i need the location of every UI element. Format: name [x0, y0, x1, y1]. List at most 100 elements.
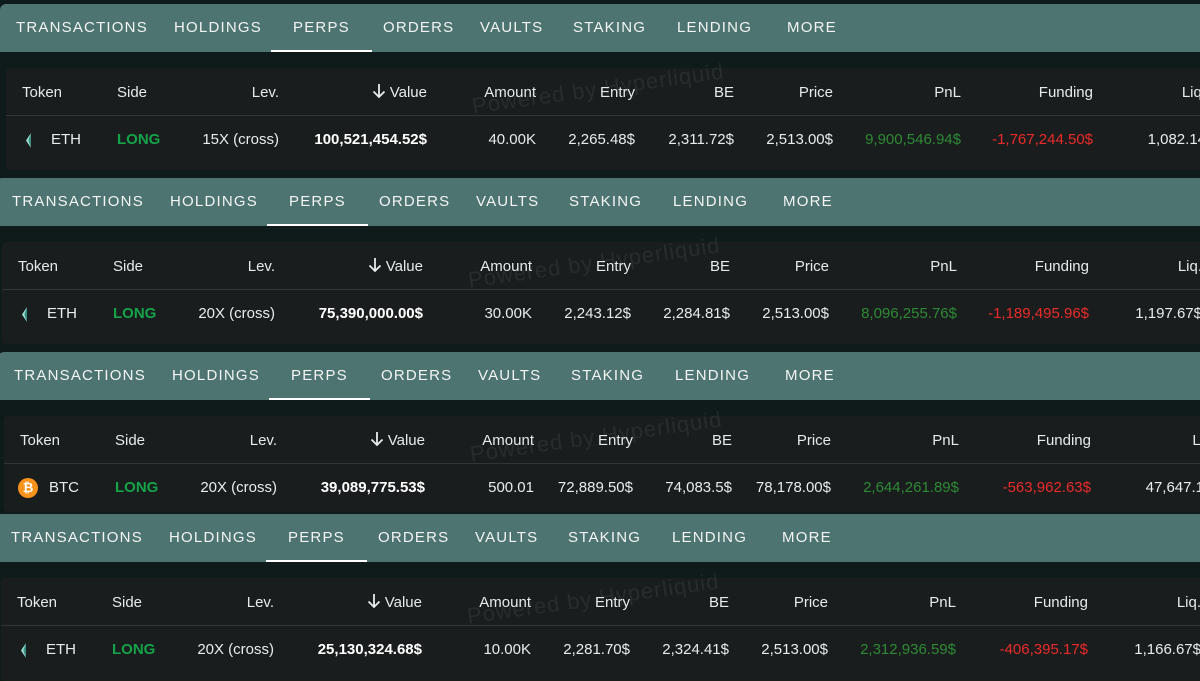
tab-lending[interactable]: LENDING — [672, 514, 747, 562]
column-header-amount: Amount — [431, 581, 531, 625]
tab-more[interactable]: MORE — [782, 514, 832, 562]
column-header-label: Funding — [1033, 594, 1088, 611]
tab-transactions[interactable]: TRANSACTIONS — [14, 352, 146, 400]
cell-value: 75,390,000.00$ — [318, 305, 423, 322]
perps-panel: TRANSACTIONS HOLDINGS PERPS ORDERS VAULTS STA… — [0, 514, 1200, 681]
column-header-amount: Amount — [432, 245, 532, 289]
sort-down-arrow-icon — [370, 432, 383, 447]
tab-lending[interactable]: LENDING — [677, 4, 752, 52]
column-header-value[interactable]: Value — [282, 245, 423, 289]
column-header-token: Token — [22, 71, 102, 115]
positions-table: Powered by Hyperliquid Token Side Lev. Value… — [2, 232, 1200, 344]
column-header-label: Side — [113, 258, 144, 275]
cell-entry: 2,281.70$ — [563, 641, 630, 658]
cell-token: ETH — [51, 131, 81, 148]
tab-perps[interactable]: PERPS — [267, 178, 368, 226]
column-header-token: Token — [17, 581, 97, 625]
table-row[interactable]: ETH LONG 15X (cross) 100,521,454.52$ 40.00K 2… — [6, 118, 1200, 162]
table-row[interactable]: ETH LONG 20X (cross) 25,130,324.68$ 10.00K 2,… — [1, 628, 1200, 672]
cell-liq: 1,166.67$ — [1134, 641, 1200, 658]
cell-be: 2,284.81$ — [663, 305, 730, 322]
column-header-lev: Lev. — [144, 419, 277, 463]
tab-orders[interactable]: ORDERS — [381, 352, 452, 400]
column-header-label: Value — [385, 258, 423, 275]
tab-holdings[interactable]: HOLDINGS — [174, 4, 262, 52]
cell-be: 74,083.5$ — [665, 479, 732, 496]
cell-lev: 20X (cross) — [197, 641, 274, 658]
cell-entry: 2,265.48$ — [568, 131, 635, 148]
tab-lending[interactable]: LENDING — [673, 178, 748, 226]
tab-holdings[interactable]: HOLDINGS — [172, 352, 260, 400]
tab-more[interactable]: MORE — [787, 4, 837, 52]
positions-table: Powered by Hyperliquid Token Side Lev. Value… — [4, 406, 1200, 512]
tab-vaults[interactable]: VAULTS — [476, 178, 539, 226]
column-header-label: Lev. — [247, 258, 275, 275]
cell-amount: 10.00K — [483, 641, 531, 658]
eth-icon — [22, 307, 27, 322]
cell-be: 2,311.72$ — [668, 131, 734, 148]
tab-transactions[interactable]: TRANSACTIONS — [11, 514, 143, 562]
column-header-label: Liq. — [1177, 258, 1200, 275]
tab-transactions[interactable]: TRANSACTIONS — [12, 178, 144, 226]
tab-more[interactable]: MORE — [785, 352, 835, 400]
column-header-value[interactable]: Value — [281, 581, 422, 625]
cell-token: ETH — [47, 305, 77, 322]
table-row[interactable]: ₿ BTC LONG 20X (cross) 39,089,775.53$ 500.01 7… — [4, 466, 1200, 510]
tab-more[interactable]: MORE — [783, 178, 833, 226]
table-header: Token Side Lev. Value Amount Entry BE Price PnL F… — [4, 419, 1200, 464]
tab-holdings[interactable]: HOLDINGS — [170, 178, 258, 226]
column-header-funding: Funding — [961, 581, 1088, 625]
tab-orders[interactable]: ORDERS — [383, 4, 454, 52]
column-header-label: Funding — [1038, 84, 1093, 101]
column-header-label: BE — [711, 432, 732, 449]
column-header-label: Funding — [1036, 432, 1091, 449]
tab-holdings[interactable]: HOLDINGS — [169, 514, 257, 562]
column-header-label: Lev. — [251, 84, 279, 101]
column-header-label: Lev. — [249, 432, 277, 449]
column-header-value[interactable]: Value — [284, 419, 425, 463]
table-header: Token Side Lev. Value Amount Entry BE Price PnL F… — [2, 245, 1200, 290]
column-header-label: BE — [713, 84, 734, 101]
column-header-label: Lev. — [246, 594, 274, 611]
column-header-label: Side — [117, 84, 148, 101]
column-header-label: Price — [796, 432, 831, 449]
column-header-value[interactable]: Value — [286, 71, 427, 115]
column-header-label: Entry — [597, 432, 633, 449]
tab-staking[interactable]: STAKING — [573, 4, 646, 52]
column-header-token: Token — [20, 419, 100, 463]
cell-lev: 15X (cross) — [202, 131, 279, 148]
cell-entry: 72,889.50$ — [557, 479, 633, 496]
tab-vaults[interactable]: VAULTS — [475, 514, 538, 562]
tab-orders[interactable]: ORDERS — [378, 514, 449, 562]
cell-value: 39,089,775.53$ — [320, 479, 425, 496]
tab-perps[interactable]: PERPS — [266, 514, 367, 562]
cell-entry: 2,243.12$ — [564, 305, 631, 322]
cell-funding: -1,189,495.96$ — [988, 305, 1089, 322]
tab-bar: TRANSACTIONS HOLDINGS PERPS ORDERS VAULTS STA… — [0, 4, 1200, 52]
tab-perps[interactable]: PERPS — [269, 352, 370, 400]
column-header-label: Price — [794, 258, 829, 275]
column-header-price: Price — [732, 245, 829, 289]
tab-orders[interactable]: ORDERS — [379, 178, 450, 226]
column-header-label: Funding — [1034, 258, 1089, 275]
tab-transactions[interactable]: TRANSACTIONS — [16, 4, 148, 52]
column-header-label: Amount — [479, 594, 531, 611]
cell-price: 2,513.00$ — [761, 641, 828, 658]
tab-vaults[interactable]: VAULTS — [480, 4, 543, 52]
column-header-entry: Entry — [532, 245, 631, 289]
table-row[interactable]: ETH LONG 20X (cross) 75,390,000.00$ 30.00K 2,… — [2, 292, 1200, 336]
tab-vaults[interactable]: VAULTS — [478, 352, 541, 400]
column-header-label: PnL — [929, 594, 956, 611]
cell-pnl: 2,644,261.89$ — [863, 479, 959, 496]
tab-perps[interactable]: PERPS — [271, 4, 372, 52]
tab-staking[interactable]: STAKING — [568, 514, 641, 562]
positions-table: Powered by Hyperliquid Token Side Lev. Value… — [1, 568, 1200, 681]
column-header-label: Value — [384, 594, 422, 611]
tab-staking[interactable]: STAKING — [571, 352, 644, 400]
column-header-be: BE — [631, 581, 729, 625]
tab-lending[interactable]: LENDING — [675, 352, 750, 400]
column-header-price: Price — [736, 71, 833, 115]
column-header-lev: Lev. — [141, 581, 274, 625]
column-header-lev: Lev. — [146, 71, 279, 115]
tab-staking[interactable]: STAKING — [569, 178, 642, 226]
